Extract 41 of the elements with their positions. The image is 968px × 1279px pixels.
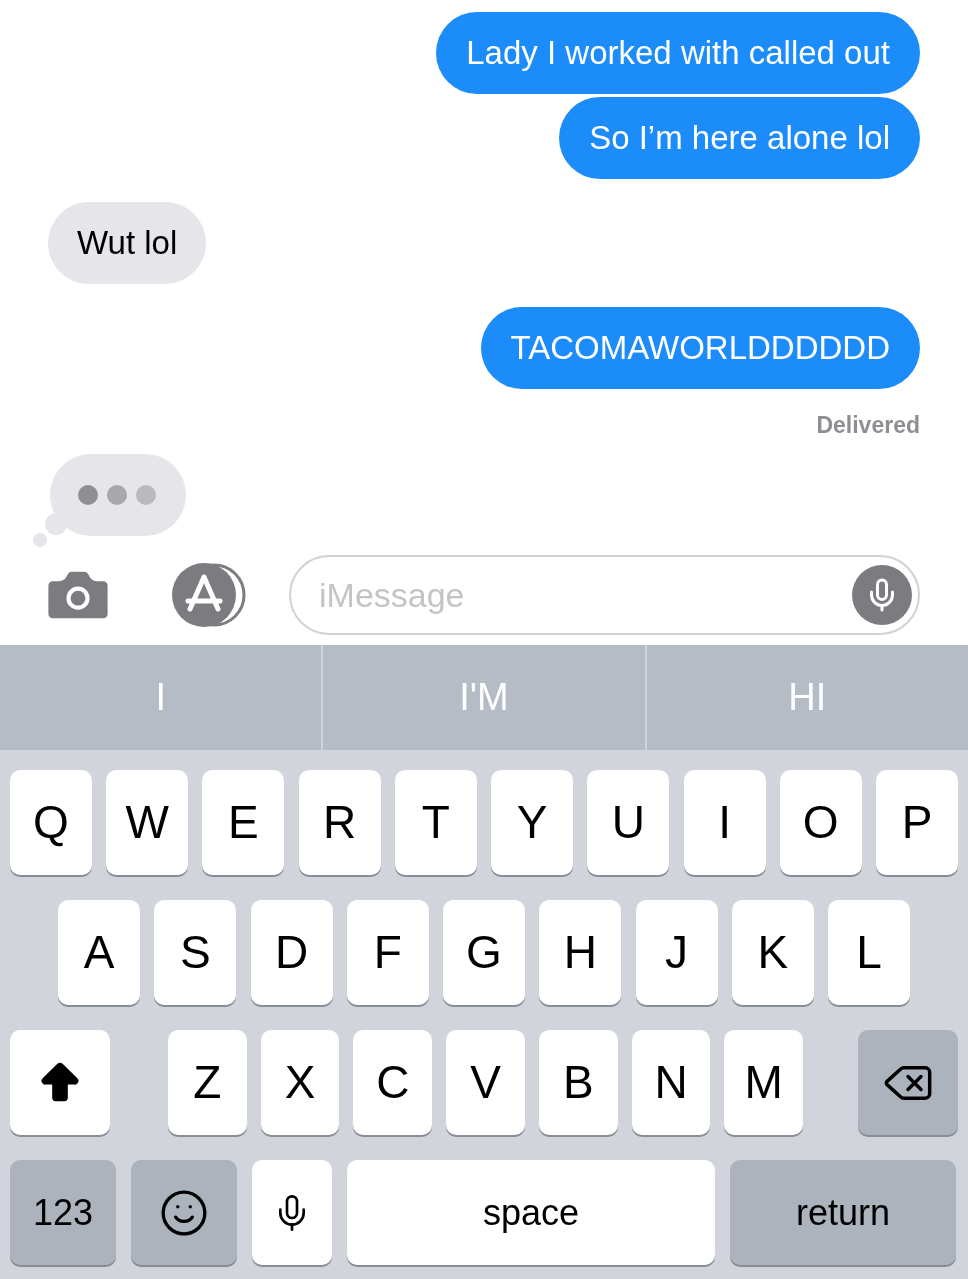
letter-key[interactable]: A bbox=[58, 900, 140, 1005]
received-message-bubble: Wut lol bbox=[48, 202, 207, 284]
voice-button[interactable] bbox=[852, 565, 912, 625]
letter-key[interactable]: Q bbox=[10, 770, 92, 875]
sent-message-bubble: TACOMAWORLDDDDDD bbox=[480, 307, 920, 389]
letter-key[interactable]: G bbox=[443, 900, 525, 1005]
sent-message-bubble: So I’m here alone lol bbox=[559, 97, 920, 179]
letter-key[interactable]: H bbox=[539, 900, 622, 1005]
letter-key[interactable]: D bbox=[250, 900, 333, 1005]
letter-key[interactable]: V bbox=[446, 1030, 525, 1135]
shift-key[interactable] bbox=[10, 1030, 110, 1135]
return-key[interactable]: return bbox=[730, 1160, 956, 1265]
letter-key[interactable]: S bbox=[154, 900, 237, 1005]
message-input-field[interactable]: iMessage bbox=[289, 555, 920, 635]
letter-key[interactable]: L bbox=[828, 900, 910, 1005]
letter-key[interactable]: E bbox=[202, 770, 285, 875]
letter-key[interactable]: I bbox=[683, 770, 766, 875]
letter-key[interactable]: K bbox=[731, 900, 814, 1005]
letter-key[interactable]: R bbox=[298, 770, 381, 875]
letter-key[interactable]: P bbox=[875, 770, 958, 875]
letter-key[interactable]: C bbox=[353, 1030, 433, 1135]
delete-key[interactable] bbox=[858, 1030, 958, 1135]
sent-message-bubble: Lady I worked with called out bbox=[436, 12, 920, 94]
letter-key[interactable]: X bbox=[260, 1030, 340, 1135]
letter-key[interactable]: B bbox=[538, 1030, 618, 1135]
letter-key[interactable]: Z bbox=[167, 1030, 247, 1135]
numbers-key[interactable]: 123 bbox=[10, 1160, 116, 1265]
letter-key[interactable]: O bbox=[779, 770, 862, 875]
delivered-status: Delivered bbox=[816, 411, 920, 440]
letter-key[interactable]: M bbox=[724, 1030, 804, 1135]
letter-key[interactable]: N bbox=[631, 1030, 711, 1135]
letter-key[interactable]: T bbox=[394, 770, 477, 875]
emoji-key[interactable] bbox=[131, 1160, 237, 1265]
space-key[interactable]: space bbox=[347, 1160, 715, 1265]
dictation-key[interactable] bbox=[252, 1160, 332, 1265]
letter-key[interactable]: Y bbox=[491, 770, 574, 875]
letter-key[interactable]: F bbox=[346, 900, 429, 1005]
letter-key[interactable]: J bbox=[635, 900, 718, 1005]
typing-indicator-icon bbox=[30, 453, 186, 548]
letter-key[interactable]: U bbox=[587, 770, 670, 875]
letter-key[interactable]: W bbox=[106, 770, 189, 875]
